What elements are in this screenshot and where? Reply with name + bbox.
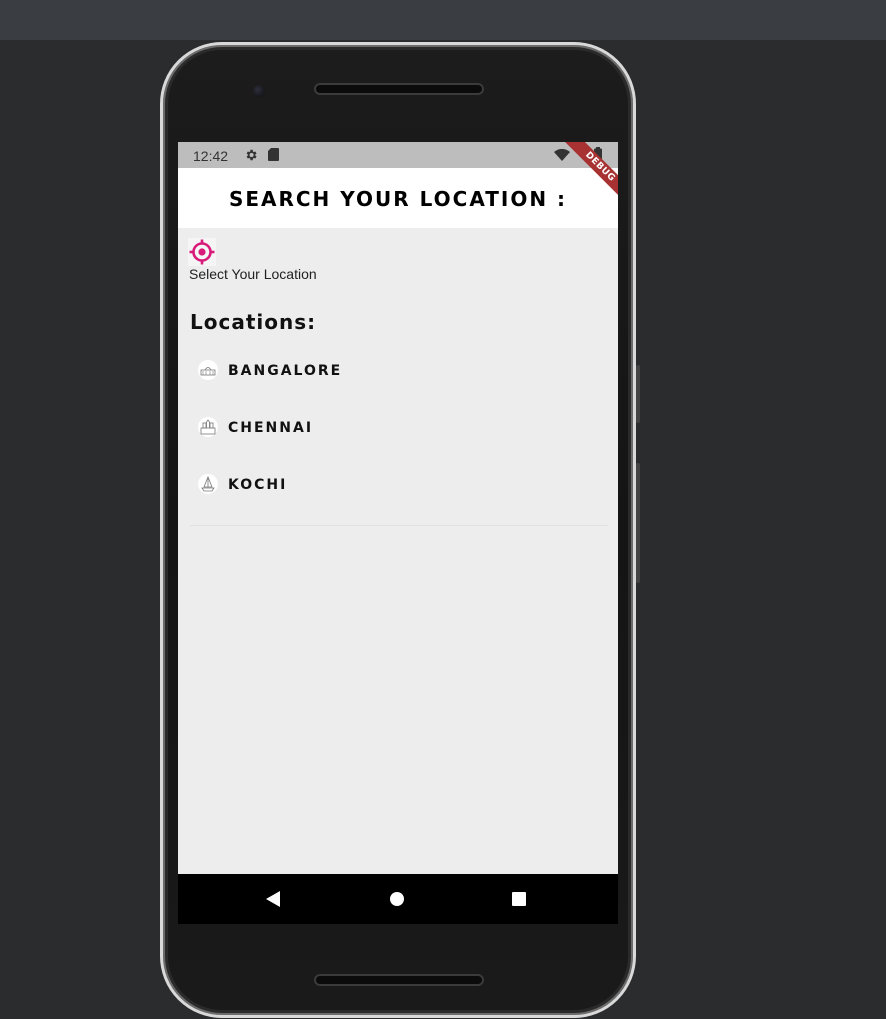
front-camera (253, 85, 265, 97)
list-divider (190, 525, 608, 526)
emulator-toolbar (0, 0, 886, 40)
temple-icon (198, 417, 218, 437)
sd-card-icon (268, 148, 279, 161)
location-label: CHENNAI (228, 420, 314, 436)
app-bar: SEARCH YOUR LOCATION : (178, 168, 618, 228)
status-bar: 12:42 (178, 142, 618, 168)
select-location-label[interactable]: Select Your Location (189, 266, 317, 282)
phone-screen: 12:42 SEARCH YOUR LOCATION : DEBUG Selec… (178, 142, 618, 924)
recents-icon[interactable] (512, 892, 526, 906)
crosshair-target-icon (189, 239, 215, 265)
location-item-kochi[interactable]: KOCHI (190, 456, 608, 513)
palace-icon (198, 360, 218, 380)
boat-icon (198, 474, 218, 494)
power-button[interactable] (636, 365, 640, 423)
volume-button[interactable] (636, 463, 640, 583)
location-item-chennai[interactable]: CHENNAI (190, 399, 608, 456)
locations-heading: Locations: (190, 310, 317, 334)
bottom-speaker (314, 974, 484, 986)
locations-list: BANGALORE CHENNAI KOCHI (190, 342, 608, 513)
location-label: KOCHI (228, 477, 288, 493)
home-icon[interactable] (390, 892, 404, 906)
gear-icon (246, 149, 257, 161)
location-item-bangalore[interactable]: BANGALORE (190, 342, 608, 399)
android-nav-bar (178, 874, 618, 924)
location-label: BANGALORE (228, 363, 343, 379)
status-time: 12:42 (193, 148, 229, 164)
top-speaker (314, 83, 484, 95)
wifi-icon (554, 149, 570, 161)
back-icon[interactable] (266, 891, 280, 907)
page-title: SEARCH YOUR LOCATION : (228, 187, 568, 211)
locate-button[interactable] (188, 238, 216, 266)
